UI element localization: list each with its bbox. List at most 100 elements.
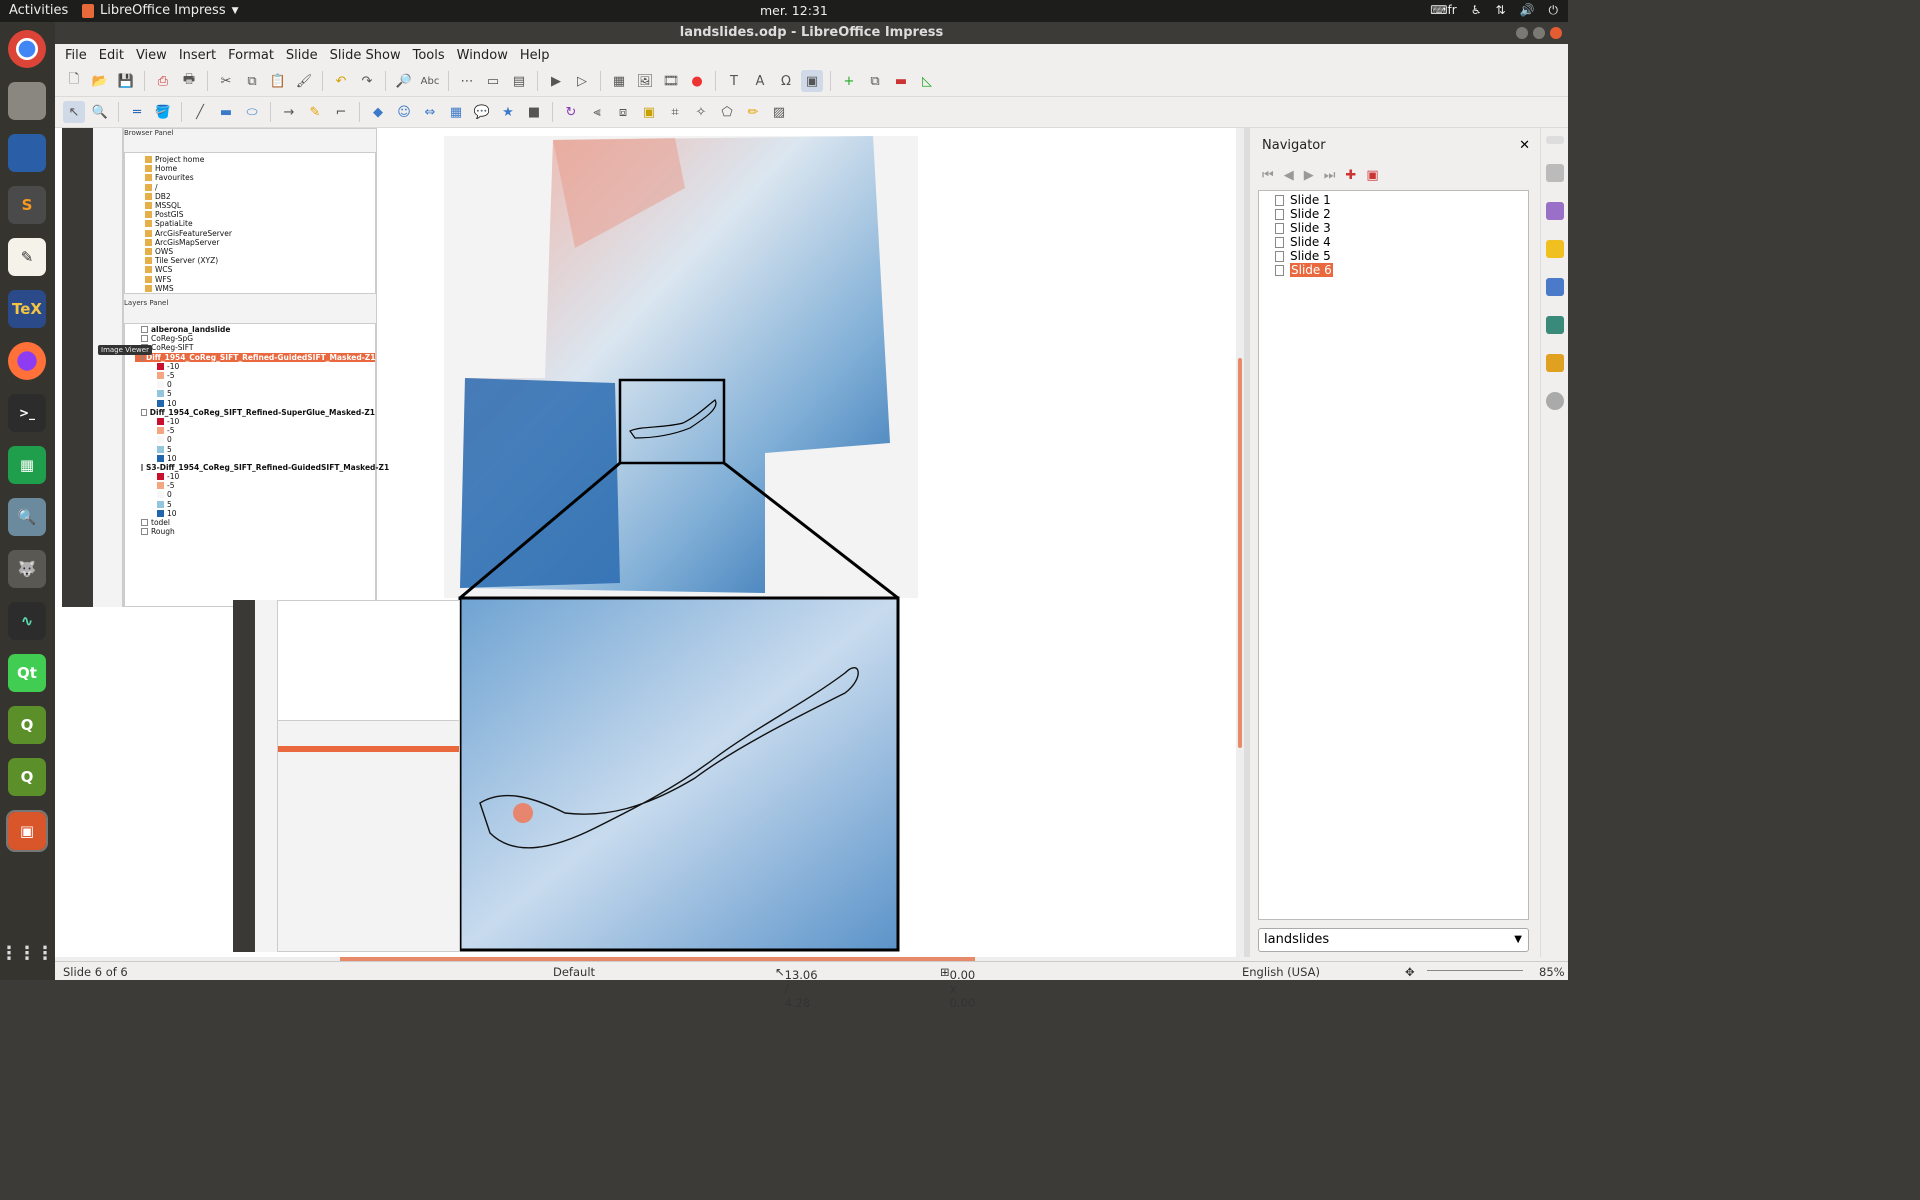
master-slides-icon[interactable] <box>1545 278 1564 296</box>
menu-file[interactable]: File <box>59 48 93 63</box>
rotate-icon[interactable]: ↻ <box>560 101 582 123</box>
fill-color-icon[interactable]: 🪣 <box>152 101 174 123</box>
system-tray[interactable]: ⌨fr ♿ ⇅ 🔊 ⏻ <box>1430 3 1558 18</box>
files-icon[interactable] <box>8 82 46 120</box>
navigator-slide-item[interactable]: Slide 6 <box>1259 263 1528 277</box>
clock[interactable]: mer. 12:31 <box>760 3 828 18</box>
animation-icon[interactable] <box>1545 240 1564 258</box>
menu-help[interactable]: Help <box>514 48 556 63</box>
properties-icon[interactable] <box>1545 164 1564 182</box>
network-icon[interactable]: ⇅ <box>1495 3 1505 18</box>
glue-points-icon[interactable]: ✏ <box>742 101 764 123</box>
master-layout-name[interactable]: Default <box>553 965 595 979</box>
text-box-icon[interactable]: T <box>723 70 745 92</box>
basic-shapes-icon[interactable]: ▣ <box>801 70 823 92</box>
qgis-icon[interactable]: Q <box>8 706 46 744</box>
paste-icon[interactable]: 📋 <box>267 70 289 92</box>
select-icon[interactable]: ↖ <box>63 101 85 123</box>
terminal-icon[interactable]: >_ <box>8 394 46 432</box>
system-monitor-icon[interactable]: ∿ <box>8 602 46 640</box>
print-icon[interactable]: 🖶 <box>178 70 200 92</box>
filter-icon[interactable]: ✧ <box>690 101 712 123</box>
zoom-icon[interactable]: 🔍 <box>89 101 111 123</box>
line-color-icon[interactable]: ═ <box>126 101 148 123</box>
sidebar-menu-icon[interactable] <box>1545 136 1564 144</box>
block-arrows-icon[interactable]: ⇔ <box>419 101 441 123</box>
find-replace-icon[interactable]: 🔎 <box>393 70 415 92</box>
language-status[interactable]: English (USA) <box>1242 965 1320 979</box>
line-icon[interactable]: ╱ <box>189 101 211 123</box>
redo-icon[interactable]: ↷ <box>356 70 378 92</box>
last-slide-icon[interactable]: ⏭ <box>1324 168 1336 183</box>
menu-insert[interactable]: Insert <box>173 48 222 63</box>
menu-edit[interactable]: Edit <box>93 48 130 63</box>
zoom-slider[interactable] <box>1427 965 1527 977</box>
menu-format[interactable]: Format <box>222 48 280 63</box>
points-icon[interactable]: ⬠ <box>716 101 738 123</box>
first-slide-icon[interactable]: ⏮ <box>1262 168 1274 183</box>
display-views-icon[interactable]: ▭ <box>482 70 504 92</box>
connector-icon[interactable]: ⌐ <box>330 101 352 123</box>
navigator-slide-item[interactable]: Slide 4 <box>1259 235 1528 249</box>
menu-slide[interactable]: Slide <box>280 48 324 63</box>
gimp-icon[interactable]: 🐺 <box>8 550 46 588</box>
slideshow-current-icon[interactable]: ▷ <box>571 70 593 92</box>
app-menu[interactable]: LibreOffice Impress ▼ <box>82 3 239 18</box>
show-apps-icon[interactable]: ⋮⋮⋮ <box>0 934 54 972</box>
sublime-icon[interactable]: S <box>8 186 46 224</box>
curve-icon[interactable]: ✎ <box>304 101 326 123</box>
qt-creator-icon[interactable]: Qt <box>8 654 46 692</box>
menu-window[interactable]: Window <box>451 48 514 63</box>
next-slide-icon[interactable]: ▶ <box>1304 168 1314 183</box>
navigator-icon[interactable] <box>1545 392 1564 410</box>
smiley-icon[interactable]: ☺ <box>393 101 415 123</box>
export-pdf-icon[interactable]: ⎙ <box>152 70 174 92</box>
drag-mode-icon[interactable]: ✚ <box>1345 168 1356 183</box>
document-selector[interactable]: landslides ▼ <box>1258 928 1529 952</box>
spelling-icon[interactable]: Abc <box>419 70 441 92</box>
table-icon[interactable]: ▦ <box>608 70 630 92</box>
texstudio-icon[interactable]: TeX <box>8 290 46 328</box>
text-editor-icon[interactable]: ✎ <box>8 238 46 276</box>
close-button[interactable] <box>1550 27 1562 39</box>
maximize-button[interactable] <box>1533 27 1545 39</box>
navigator-slide-item[interactable]: Slide 2 <box>1259 207 1528 221</box>
minimize-button[interactable] <box>1516 27 1528 39</box>
close-navigator-icon[interactable]: ✕ <box>1519 138 1530 153</box>
flowchart-icon[interactable]: ▦ <box>445 101 467 123</box>
shadow-icon[interactable]: ▣ <box>638 101 660 123</box>
align-icon[interactable]: ⫷ <box>586 101 608 123</box>
navigator-slide-item[interactable]: Slide 3 <box>1259 221 1528 235</box>
callout-icon[interactable]: 💬 <box>471 101 493 123</box>
fontwork-icon[interactable]: A <box>749 70 771 92</box>
power-icon[interactable]: ⏻ <box>1549 3 1559 18</box>
vertical-scrollbar[interactable] <box>1236 128 1244 957</box>
accessibility-icon[interactable]: ♿ <box>1471 3 1482 18</box>
stars-icon[interactable]: ★ <box>497 101 519 123</box>
calc-icon[interactable]: ▦ <box>8 446 46 484</box>
crop-icon[interactable]: ⌗ <box>664 101 686 123</box>
fit-slide-icon[interactable]: ✥ <box>1405 965 1415 979</box>
ellipse-icon[interactable]: ⬭ <box>241 101 263 123</box>
chart-icon[interactable]: ● <box>686 70 708 92</box>
media-icon[interactable]: 🎞 <box>660 70 682 92</box>
start-slideshow-icon[interactable]: ▶ <box>545 70 567 92</box>
menu-tools[interactable]: Tools <box>407 48 451 63</box>
arrow-line-icon[interactable]: → <box>278 101 300 123</box>
save-icon[interactable]: 💾 <box>115 70 137 92</box>
chrome-icon[interactable] <box>8 30 46 68</box>
previous-slide-icon[interactable]: ◀ <box>1284 168 1294 183</box>
cut-icon[interactable]: ✂ <box>215 70 237 92</box>
new-icon[interactable]: 🗋 <box>63 70 85 92</box>
activities-button[interactable]: Activities <box>9 3 68 18</box>
volume-icon[interactable]: 🔊 <box>1520 3 1535 18</box>
impress-icon[interactable]: ▣ <box>6 810 48 852</box>
landslide-map-figure[interactable] <box>435 128 995 958</box>
navigator-slide-item[interactable]: Slide 1 <box>1259 193 1528 207</box>
qgis-icon-2[interactable]: Q <box>8 758 46 796</box>
special-char-icon[interactable]: Ω <box>775 70 797 92</box>
rectangle-icon[interactable]: ▬ <box>215 101 237 123</box>
diamond-icon[interactable]: ◆ <box>367 101 389 123</box>
slide-transition-icon[interactable] <box>1545 202 1564 220</box>
zoom-level[interactable]: 85% <box>1539 965 1565 979</box>
